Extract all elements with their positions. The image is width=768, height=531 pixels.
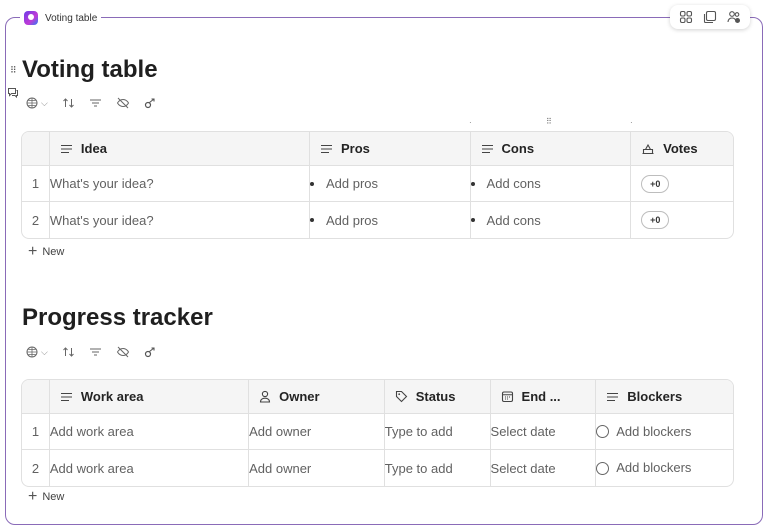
work-area-cell[interactable]: Add work area: [50, 450, 250, 486]
column-header-status[interactable]: Status: [384, 380, 491, 414]
text-column-icon: [320, 144, 333, 154]
column-header-cons[interactable]: Cons: [470, 132, 632, 166]
column-header-votes[interactable]: Votes: [631, 132, 733, 166]
copy-icon[interactable]: [703, 10, 717, 24]
pros-cell[interactable]: Add pros: [310, 202, 471, 238]
hide-icon[interactable]: [116, 345, 130, 359]
owner-cell[interactable]: Add owner: [249, 450, 385, 486]
component-title: Voting table: [45, 12, 98, 24]
progress-tracker-title: Progress tracker: [22, 304, 213, 331]
comment-icon[interactable]: [7, 85, 19, 103]
column-resize-dot: ·: [630, 118, 633, 127]
table-row: 2 What's your idea? Add pros Add cons +0: [22, 202, 733, 238]
votes-cell: +0: [631, 202, 733, 238]
checkbox-circle-icon[interactable]: [596, 425, 610, 439]
table-row: 1 What's your idea? Add pros Add cons +0: [22, 166, 733, 202]
pros-cell[interactable]: Add pros: [310, 166, 471, 202]
table-row: 2 Add work area Add owner Type to add Se…: [22, 450, 733, 486]
progress-tracker-toolbar: ⌵: [26, 345, 158, 359]
loop-logo-icon: [24, 11, 38, 25]
share-icon[interactable]: [144, 96, 158, 110]
blockers-cell[interactable]: Add blockers: [596, 450, 733, 486]
text-column-icon: [606, 392, 619, 402]
voting-table-toolbar: ⌵: [26, 96, 158, 110]
sort-icon[interactable]: [62, 345, 75, 359]
work-area-cell[interactable]: Add work area: [49, 414, 250, 450]
plus-icon: +: [28, 488, 38, 505]
table-header-row: Idea Pros Cons Votes: [22, 132, 733, 166]
filter-icon[interactable]: [89, 96, 102, 110]
status-cell[interactable]: Type to add: [385, 450, 491, 486]
cons-cell[interactable]: Add cons: [470, 202, 632, 238]
idea-cell[interactable]: What's your idea?: [50, 202, 310, 238]
end-date-cell[interactable]: Select date: [491, 450, 597, 486]
row-number-header: [22, 380, 50, 414]
table-row: 1 Add work area Add owner Type to add Se…: [22, 414, 733, 450]
chevron-down-icon: ⌵: [41, 346, 48, 357]
tag-icon: [395, 390, 408, 403]
votes-cell: +0: [631, 166, 733, 202]
vote-button[interactable]: +0: [641, 174, 670, 193]
progress-tracker-table: Work area Owner Status End ... Blockers …: [21, 379, 734, 487]
row-number: 2: [22, 450, 50, 486]
owner-cell[interactable]: Add owner: [249, 414, 385, 450]
vote-button[interactable]: +0: [641, 211, 670, 229]
idea-cell[interactable]: What's your idea?: [49, 166, 310, 202]
share-people-icon[interactable]: [727, 10, 741, 24]
bullet-icon: [310, 218, 314, 223]
component-title-bar[interactable]: Voting table: [20, 9, 102, 27]
checkbox-circle-icon[interactable]: [596, 461, 610, 475]
bullet-icon: [470, 181, 475, 186]
column-header-idea[interactable]: Idea: [49, 132, 310, 166]
blockers-cell[interactable]: Add blockers: [596, 414, 733, 450]
progress-new-row-button[interactable]: + New: [28, 488, 64, 505]
hide-icon[interactable]: [116, 96, 130, 110]
voting-new-row-button[interactable]: + New: [28, 243, 64, 260]
filter-icon[interactable]: [89, 345, 102, 359]
sort-icon[interactable]: [62, 96, 75, 110]
person-icon: [259, 390, 271, 403]
end-date-cell[interactable]: Select date: [490, 414, 597, 450]
drag-grip-icon[interactable]: ⠿: [10, 65, 17, 76]
voting-table: Idea Pros Cons Votes 1 What's your idea?…: [21, 131, 734, 239]
component-toolbar: [670, 5, 750, 29]
column-header-work-area[interactable]: Work area: [49, 380, 250, 414]
text-column-icon: [481, 144, 494, 154]
loop-components-icon[interactable]: [679, 10, 693, 24]
bullet-icon: [470, 218, 475, 223]
bullet-icon: [310, 181, 314, 186]
column-header-end-date[interactable]: End ...: [490, 380, 597, 414]
cons-cell[interactable]: Add cons: [470, 166, 632, 202]
table-view-icon[interactable]: ⌵: [26, 96, 48, 110]
column-header-pros[interactable]: Pros: [310, 132, 471, 166]
row-number-header: [22, 132, 50, 166]
plus-icon: +: [28, 243, 38, 260]
column-drag-handle-icon[interactable]: ⠿: [546, 117, 552, 126]
votes-icon: [641, 143, 655, 155]
share-icon[interactable]: [144, 345, 158, 359]
calendar-icon: [501, 390, 514, 403]
status-cell[interactable]: Type to add: [384, 414, 491, 450]
column-resize-dot: ·: [469, 118, 472, 127]
row-number: 1: [22, 414, 50, 450]
column-header-blockers[interactable]: Blockers: [596, 380, 733, 414]
row-number: 2: [22, 202, 50, 238]
column-header-owner[interactable]: Owner: [249, 380, 385, 414]
voting-table-title: Voting table: [22, 56, 158, 83]
chevron-down-icon: ⌵: [41, 97, 48, 108]
row-number: 1: [22, 166, 50, 202]
text-column-icon: [60, 392, 73, 402]
table-header-row: Work area Owner Status End ... Blockers: [22, 380, 733, 414]
text-column-icon: [60, 144, 73, 154]
table-view-icon[interactable]: ⌵: [26, 345, 48, 359]
